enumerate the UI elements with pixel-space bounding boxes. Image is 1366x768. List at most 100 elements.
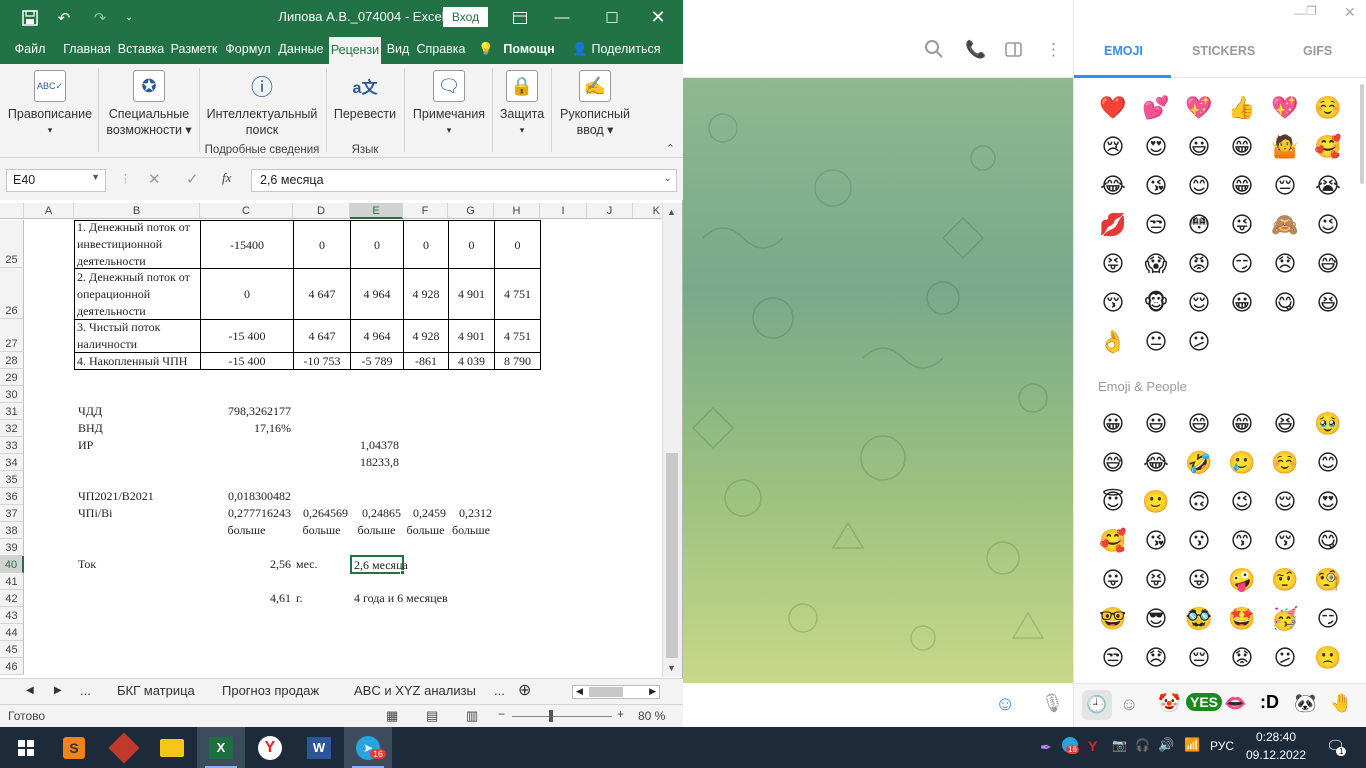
people-emoji[interactable]: 😜: [1184, 566, 1214, 596]
people-emoji[interactable]: 🤓: [1098, 605, 1128, 635]
sticker-set-icon[interactable]: 🤡: [1158, 693, 1180, 714]
recent-emoji[interactable]: 😀: [1227, 289, 1257, 319]
people-emoji[interactable]: 😎: [1141, 605, 1171, 635]
tab-review[interactable]: Рецензи: [329, 37, 381, 64]
tab-stickers[interactable]: STICKERS: [1192, 44, 1255, 58]
recent-emoji[interactable]: 😃: [1184, 133, 1214, 163]
tab-layout[interactable]: Разметк: [168, 35, 220, 64]
recent-category-icon[interactable]: 🕘: [1082, 690, 1112, 720]
cell-h25[interactable]: 0: [494, 220, 541, 269]
people-emoji[interactable]: 🥸: [1184, 605, 1214, 635]
scroll-down-icon[interactable]: ▼: [667, 663, 676, 673]
tab-insert[interactable]: Вставка: [116, 35, 166, 64]
recent-emoji[interactable]: ❤️: [1098, 94, 1128, 124]
cell-d37[interactable]: 0,264569: [293, 505, 350, 522]
row-header[interactable]: 25: [0, 220, 24, 268]
spreadsheet-grid[interactable]: A B C D E F G H I J K 25 26 27 28 29 30 …: [0, 203, 662, 677]
row-header[interactable]: 29: [0, 369, 24, 386]
scroll-left-icon[interactable]: ◀: [576, 686, 583, 697]
cell-h27[interactable]: 4 751: [494, 319, 541, 353]
tab-emoji[interactable]: EMOJI: [1104, 44, 1143, 58]
notes-button[interactable]: 🗨 Примечания ▾: [408, 66, 490, 138]
sidebar-toggle-icon[interactable]: [1005, 42, 1022, 62]
row-header[interactable]: 37: [0, 505, 24, 522]
more-menu-icon[interactable]: ⋮: [1045, 40, 1062, 60]
cell-f25[interactable]: 0: [403, 220, 449, 269]
people-emoji[interactable]: 😍: [1313, 488, 1343, 518]
people-emoji[interactable]: 😆: [1270, 410, 1300, 440]
cell-g37[interactable]: 0,2312: [448, 505, 494, 522]
cell-d38[interactable]: больше: [293, 522, 350, 539]
cell-g28[interactable]: 4 039: [448, 352, 495, 370]
recent-emoji[interactable]: 😕: [1184, 328, 1214, 358]
sheet-tab-more-left[interactable]: ...: [80, 683, 91, 698]
recent-emoji[interactable]: 💖: [1270, 94, 1300, 124]
cell-c31[interactable]: 798,3262177: [200, 403, 293, 420]
emoji-scrollbar[interactable]: [1360, 84, 1364, 184]
recent-emoji[interactable]: 💕: [1141, 94, 1171, 124]
people-emoji[interactable]: 🥰: [1098, 527, 1128, 557]
tab-tell-me[interactable]: Помощн: [500, 35, 558, 64]
hscroll-thumb[interactable]: [589, 687, 623, 697]
people-emoji[interactable]: 🤩: [1227, 605, 1257, 635]
recent-emoji[interactable]: 😆: [1313, 289, 1343, 319]
sheet-tab-abc[interactable]: ABC и XYZ анализы: [354, 683, 476, 698]
lightbulb-icon[interactable]: 💡: [476, 35, 496, 64]
recent-emoji[interactable]: 😡: [1184, 250, 1214, 280]
col-header[interactable]: D: [293, 203, 350, 219]
yandex-tray-icon[interactable]: Y: [1088, 738, 1097, 754]
enter-icon[interactable]: ✓: [186, 170, 199, 188]
people-emoji[interactable]: 😇: [1098, 488, 1128, 518]
recent-emoji[interactable]: 💖: [1184, 94, 1214, 124]
recent-emoji[interactable]: 😂: [1098, 172, 1128, 202]
sublime-text-icon[interactable]: S: [50, 727, 98, 768]
recent-emoji[interactable]: 😱: [1141, 250, 1171, 280]
people-emoji[interactable]: 😃: [1141, 410, 1171, 440]
cell-e25[interactable]: 0: [350, 220, 404, 269]
people-emoji[interactable]: 🧐: [1313, 566, 1343, 596]
recent-emoji[interactable]: 👍: [1227, 94, 1257, 124]
recent-emoji[interactable]: 😐: [1141, 328, 1171, 358]
cell-b27[interactable]: 3. Чистый поток наличности: [74, 319, 201, 353]
people-emoji[interactable]: 😘: [1141, 527, 1171, 557]
col-header[interactable]: E: [350, 203, 403, 219]
microphone-icon[interactable]: 🎙: [1041, 693, 1064, 714]
cell-d28[interactable]: -10 753: [293, 352, 351, 370]
cell-c38[interactable]: больше: [200, 522, 293, 539]
sheet-tab-bkg[interactable]: БКГ матрица: [117, 683, 195, 698]
prev-sheet-icon[interactable]: ◀: [26, 685, 34, 696]
headphones-tray-icon[interactable]: 🎧: [1135, 738, 1150, 752]
tab-formulas[interactable]: Формул: [222, 35, 274, 64]
start-button[interactable]: [2, 727, 50, 768]
cell-e42[interactable]: 4 года и 6 месяцев: [352, 590, 502, 607]
cell-b26[interactable]: 2. Денежный поток от операционной деятел…: [74, 268, 201, 320]
cell-b31[interactable]: ЧДД: [76, 403, 196, 420]
vertical-scrollbar[interactable]: ▲ ▼: [662, 203, 682, 677]
smiley-category-icon[interactable]: ☺: [1120, 694, 1138, 715]
cell-c32[interactable]: 17,16%: [200, 420, 293, 437]
spelling-button[interactable]: ABC✓ Правописание ▾: [4, 66, 96, 138]
file-explorer-icon[interactable]: [148, 727, 196, 768]
keyboard-language[interactable]: РУС: [1210, 739, 1234, 753]
maximize-icon[interactable]: ☐: [600, 0, 624, 35]
expand-formula-icon[interactable]: ⌄: [664, 173, 672, 184]
people-emoji[interactable]: 😙: [1227, 527, 1257, 557]
ink-button[interactable]: ✍ Рукописный ввод ▾: [554, 66, 636, 138]
recent-emoji[interactable]: 😊: [1184, 172, 1214, 202]
people-emoji[interactable]: 😛: [1098, 566, 1128, 596]
recent-emoji[interactable]: 👌: [1098, 328, 1128, 358]
zoom-out-icon[interactable]: −: [498, 707, 505, 721]
tab-data[interactable]: Данные: [276, 35, 326, 64]
people-emoji[interactable]: 😋: [1313, 527, 1343, 557]
recent-emoji[interactable]: ☺️: [1313, 94, 1343, 124]
cell-f28[interactable]: -861: [403, 352, 449, 370]
row-header[interactable]: 30: [0, 386, 24, 403]
cell-e38[interactable]: больше: [350, 522, 403, 539]
search-icon[interactable]: [925, 40, 943, 63]
cell-d27[interactable]: 4 647: [293, 319, 351, 353]
cell-c42[interactable]: 4,61: [200, 590, 293, 607]
people-emoji[interactable]: 🙃: [1184, 488, 1214, 518]
cell-e26[interactable]: 4 964: [350, 268, 404, 320]
people-emoji[interactable]: 😞: [1141, 644, 1171, 674]
people-emoji[interactable]: 😂: [1141, 449, 1171, 479]
